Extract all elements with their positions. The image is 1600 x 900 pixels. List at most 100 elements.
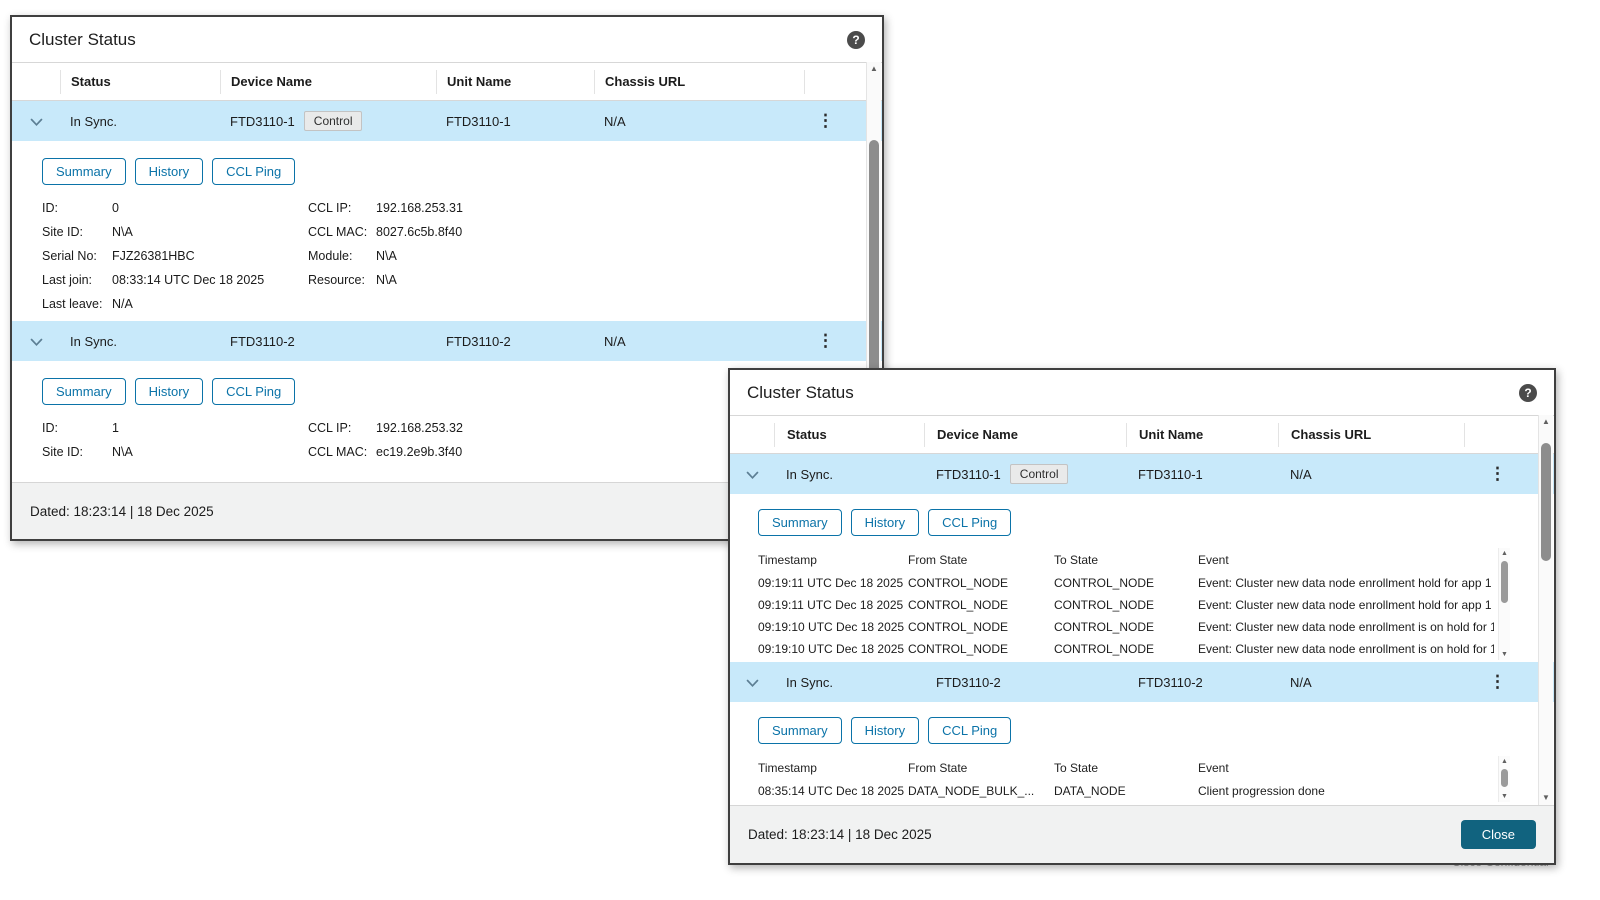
summary-value: N\A [112,445,133,459]
chevron-down-icon[interactable] [30,115,43,130]
summary-label: CCL IP: [308,201,352,215]
expander-column-header [12,70,60,94]
tab-ccl-ping[interactable]: CCL Ping [212,378,296,405]
history-table: Timestamp From State To State Event 09:1… [758,548,1510,660]
tab-history[interactable]: History [134,158,204,185]
history-row: 09:19:10 UTC Dec 18 2025 CONTROL_NODE CO… [758,638,1494,660]
help-icon[interactable]: ? [1519,383,1537,402]
history-event: Event: Cluster new data node enrollment … [1198,576,1494,590]
summary-label: CCL IP: [308,421,352,435]
chevron-down-icon[interactable] [746,676,759,691]
scrollbar-thumb[interactable] [1501,561,1508,603]
tab-history[interactable]: History [850,717,920,744]
expander-column-header [730,423,774,447]
cluster-node-row[interactable]: In Sync. FTD3110-2 FTD3110-2 N/A ⋮ [730,662,1554,702]
kebab-menu-icon[interactable]: ⋮ [1489,464,1506,483]
device-name: FTD3110-2 [230,333,295,349]
dated-text: Dated: 18:23:14 | 18 Dec 2025 [748,827,932,842]
cluster-node-row[interactable]: In Sync. FTD3110-1 Control FTD3110-1 N/A… [12,101,882,141]
history-scrollbar[interactable]: ▲ ▼ [1498,548,1510,660]
node-chassis-url: N/A [604,333,626,349]
cluster-node-row[interactable]: In Sync. FTD3110-2 FTD3110-2 N/A ⋮ [12,321,882,361]
scroll-up-icon[interactable]: ▲ [1499,756,1510,767]
history-to-state: CONTROL_NODE [1054,620,1155,634]
summary-label: ID: [42,201,58,215]
chevron-down-icon[interactable] [746,468,759,483]
scroll-down-icon[interactable]: ▼ [1539,791,1553,805]
dialog-titlebar: Cluster Status ? [12,17,882,62]
history-to-state: CONTROL_NODE [1054,642,1155,656]
node-detail-panel: Summary History CCL Ping ID: 0 CCL IP: 1… [12,141,882,321]
summary-grid: ID: 0 CCL IP: 192.168.253.31 Site ID: N\… [42,201,882,311]
summary-value: 8027.6c5b.8f40 [376,225,463,239]
scroll-down-icon[interactable]: ▼ [1499,791,1510,802]
tab-summary[interactable]: Summary [42,378,126,405]
tab-summary[interactable]: Summary [758,717,842,744]
node-detail-panel: Summary History CCL Ping Timestamp From … [730,702,1554,810]
cluster-node-row[interactable]: In Sync. FTD3110-1 Control FTD3110-1 N/A… [730,454,1554,494]
summary-label: Site ID: [42,445,83,459]
detail-tabs: Summary History CCL Ping [42,158,882,185]
column-header-unit-name: Unit Name [1126,422,1278,447]
history-to-state: CONTROL_NODE [1054,576,1155,590]
cluster-table-header: Status Device Name Unit Name Chassis URL [730,415,1554,454]
summary-label: Serial No: [42,249,97,263]
history-event: Event: Cluster new data node enrollment … [1198,598,1494,612]
history-header: Timestamp From State To State Event [758,548,1494,572]
scroll-up-icon[interactable]: ▲ [867,62,881,76]
history-timestamp: 09:19:11 UTC Dec 18 2025 [758,598,904,612]
control-badge: Control [303,111,363,131]
history-header: Timestamp From State To State Event [758,756,1494,780]
kebab-menu-icon[interactable]: ⋮ [817,111,834,130]
cluster-table-header: Status Device Name Unit Name Chassis URL [12,62,882,101]
kebab-menu-icon[interactable]: ⋮ [1489,672,1506,691]
scrollbar-thumb[interactable] [1501,769,1508,787]
help-icon[interactable]: ? [847,30,865,49]
node-device-cell: FTD3110-2 [924,675,1126,690]
history-timestamp: 09:19:11 UTC Dec 18 2025 [758,576,904,590]
tab-ccl-ping[interactable]: CCL Ping [212,158,296,185]
node-chassis-url: N/A [1290,674,1312,690]
history-from-state: CONTROL_NODE [908,598,1009,612]
cluster-status-dialog-2: Cluster Status ? Status Device Name Unit… [728,368,1556,865]
history-row: 09:19:10 UTC Dec 18 2025 CONTROL_NODE CO… [758,616,1494,638]
history-scrollbar[interactable]: ▲ ▼ [1498,756,1510,802]
history-col-event: Event [1198,761,1229,775]
node-status: In Sync. [70,113,117,129]
column-header-device-name: Device Name [924,422,1126,447]
tab-summary[interactable]: Summary [42,158,126,185]
kebab-menu-icon[interactable]: ⋮ [817,331,834,350]
dialog-title: Cluster Status [747,382,854,402]
history-col-to-state: To State [1054,553,1099,567]
summary-label: Module: [308,249,353,263]
close-button[interactable]: Close [1460,820,1536,849]
summary-value: N\A [376,273,397,287]
node-unit-name: FTD3110-2 [446,333,511,349]
summary-label: Last leave: [42,297,103,311]
summary-label: ID: [42,421,58,435]
history-timestamp: 09:19:10 UTC Dec 18 2025 [758,642,905,656]
tab-history[interactable]: History [850,509,920,536]
device-name: FTD3110-1 [230,113,295,129]
summary-label: CCL MAC: [308,445,368,459]
history-to-state: DATA_NODE [1054,784,1126,798]
tab-summary[interactable]: Summary [758,509,842,536]
tab-history[interactable]: History [134,378,204,405]
dialog-title: Cluster Status [29,29,136,49]
scroll-up-icon[interactable]: ▲ [1539,415,1553,429]
detail-tabs: Summary History CCL Ping [758,717,1554,744]
summary-value: 1 [112,421,119,435]
scroll-down-icon[interactable]: ▼ [1499,649,1510,660]
history-timestamp: 09:19:10 UTC Dec 18 2025 [758,620,905,634]
tab-ccl-ping[interactable]: CCL Ping [928,509,1012,536]
history-from-state: CONTROL_NODE [908,576,1009,590]
scroll-up-icon[interactable]: ▲ [1499,548,1510,559]
summary-value [376,297,882,311]
chevron-down-icon[interactable] [30,335,43,350]
vertical-scrollbar[interactable]: ▲ ▼ [1538,415,1553,805]
device-name: FTD3110-2 [936,674,1001,690]
tab-ccl-ping[interactable]: CCL Ping [928,717,1012,744]
scrollbar-thumb[interactable] [1541,443,1551,561]
history-row: 08:35:14 UTC Dec 18 2025 DATA_NODE_BULK_… [758,780,1494,802]
history-event: Event: Cluster new data node enrollment … [1198,642,1494,656]
